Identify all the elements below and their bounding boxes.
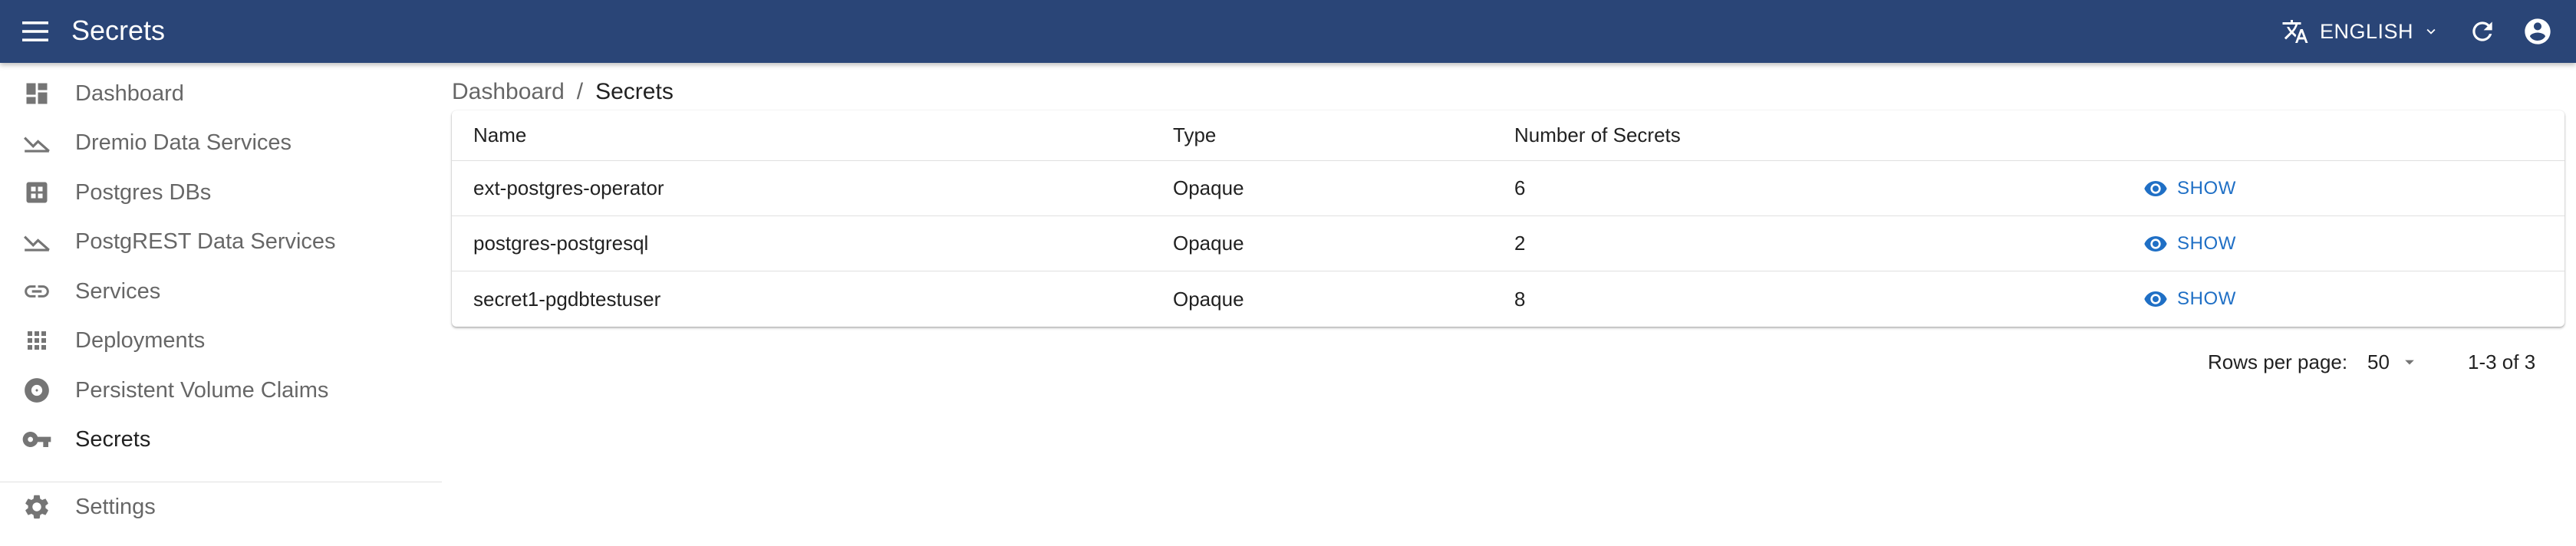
breadcrumb-current: Secrets <box>595 79 674 104</box>
language-label: ENGLISH <box>2320 19 2414 43</box>
show-button-label: SHOW <box>2177 288 2237 309</box>
eye-icon <box>2144 235 2167 252</box>
gear-icon <box>21 492 52 522</box>
sidebar-item-services[interactable]: Services <box>0 267 442 316</box>
cell-type: Opaque <box>1173 176 1244 199</box>
menu-icon <box>22 21 48 41</box>
breadcrumb-link-dashboard[interactable]: Dashboard <box>452 79 565 105</box>
sidebar-item-label: Dashboard <box>75 81 184 106</box>
sidebar-item-secrets[interactable]: Secrets <box>0 415 442 464</box>
sidebar-item-dremio-data-services[interactable]: Dremio Data Services <box>0 118 442 167</box>
cell-name: ext-postgres-operator <box>473 176 664 199</box>
translate-icon <box>2282 20 2308 43</box>
sidebar-item-label: Postgres DBs <box>75 179 212 205</box>
show-button-label: SHOW <box>2177 177 2237 199</box>
disc-icon <box>21 375 52 406</box>
apps-icon <box>21 325 52 356</box>
sidebar-item-label: Persistent Volume Claims <box>75 377 329 403</box>
show-button-label: SHOW <box>2177 232 2237 254</box>
table-row: postgres-postgresql Opaque 2 SHOW <box>452 216 2564 271</box>
dropdown-arrow-icon <box>2405 360 2414 365</box>
breadcrumb-separator: / <box>576 79 584 104</box>
rows-per-page-select[interactable]: 50 <box>2367 347 2420 377</box>
language-selector[interactable]: ENGLISH <box>2281 15 2439 48</box>
sidebar-item-persistent-volume-claims[interactable]: Persistent Volume Claims <box>0 366 442 415</box>
table-row: ext-postgres-operator Opaque 6 SHOW <box>452 161 2564 216</box>
cell-number-of-secrets: 6 <box>1514 176 1526 199</box>
sidebar: Dashboard Dremio Data Services Postgres … <box>0 63 442 546</box>
show-button[interactable]: SHOW <box>2143 271 2236 327</box>
column-header-type: Type <box>1173 123 1217 146</box>
sidebar-item-label: Services <box>75 278 161 304</box>
eye-icon <box>2144 180 2167 196</box>
show-button[interactable]: SHOW <box>2143 161 2236 215</box>
cell-name: secret1-pgdbtestuser <box>473 287 661 311</box>
cell-number-of-secrets: 2 <box>1514 232 1526 255</box>
account-circle-icon <box>2525 18 2551 44</box>
cell-type: Opaque <box>1173 287 1244 311</box>
grid-box-icon <box>21 177 52 208</box>
sidebar-item-label: Deployments <box>75 327 206 353</box>
trend-icon <box>21 226 52 257</box>
show-button[interactable]: SHOW <box>2143 216 2236 271</box>
breadcrumb: Dashboard / Secrets <box>452 78 674 106</box>
rows-per-page-label: Rows per page: <box>2208 350 2348 373</box>
dashboard-icon <box>21 78 52 109</box>
sidebar-item-dashboard[interactable]: Dashboard <box>0 69 442 118</box>
trend-icon <box>21 127 52 158</box>
cell-number-of-secrets: 8 <box>1514 287 1526 311</box>
rows-per-page-value: 50 <box>2367 350 2390 373</box>
refresh-button[interactable] <box>2466 15 2499 48</box>
column-header-name: Name <box>473 123 527 146</box>
sidebar-item-postgrest-data-services[interactable]: PostgREST Data Services <box>0 217 442 266</box>
sidebar-item-settings[interactable]: Settings <box>0 482 442 531</box>
table-header-row: Name Type Number of Secrets <box>452 110 2564 161</box>
sidebar-item-label: Dremio Data Services <box>75 130 292 155</box>
sidebar-item-postgres-dbs[interactable]: Postgres DBs <box>0 168 442 217</box>
sidebar-item-deployments[interactable]: Deployments <box>0 316 442 365</box>
sidebar-item-label: Secrets <box>75 426 151 452</box>
app-title: Secrets <box>71 15 166 46</box>
account-button[interactable] <box>2522 15 2554 48</box>
chevron-down-icon <box>2426 28 2436 35</box>
refresh-icon <box>2472 21 2492 41</box>
secrets-table: Name Type Number of Secrets ext-postgres… <box>452 110 2564 327</box>
cell-name: postgres-postgresql <box>473 232 649 255</box>
key-icon <box>21 424 52 455</box>
sidebar-item-label: Settings <box>75 494 156 519</box>
pagination-range: 1-3 of 3 <box>2468 350 2536 373</box>
table-row: secret1-pgdbtestuser Opaque 8 SHOW <box>452 271 2564 327</box>
eye-icon <box>2144 291 2167 307</box>
app-bar: Secrets ENGLISH <box>0 0 2576 63</box>
menu-button[interactable] <box>20 16 51 47</box>
column-header-number-of-secrets: Number of Secrets <box>1514 123 1681 146</box>
cell-type: Opaque <box>1173 232 1244 255</box>
sidebar-item-label: PostgREST Data Services <box>75 229 336 254</box>
link-icon <box>21 276 52 307</box>
